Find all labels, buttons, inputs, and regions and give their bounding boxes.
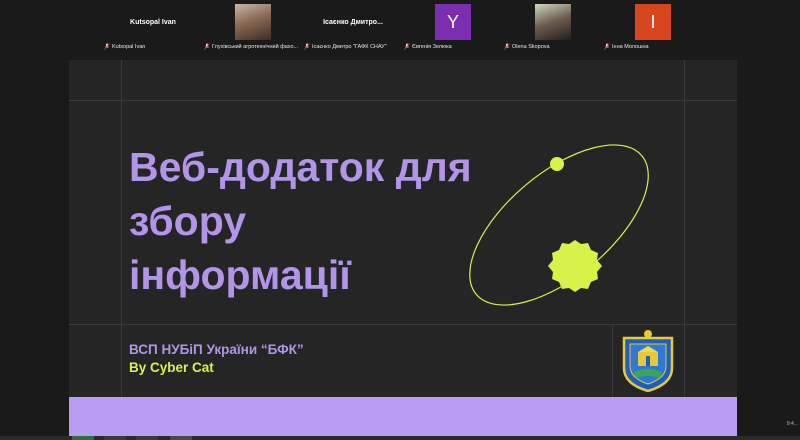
university-crest-logo bbox=[622, 330, 674, 392]
mic-muted-icon bbox=[504, 43, 510, 50]
orbit-decoration bbox=[469, 144, 649, 306]
taskbar-button[interactable] bbox=[170, 436, 192, 440]
participant-caption: Olena Skopova bbox=[504, 42, 550, 51]
participant-caption: Інна Молошна bbox=[604, 42, 649, 51]
mic-muted-icon bbox=[404, 43, 410, 50]
participant-tile-moloshna[interactable]: І bbox=[603, 2, 703, 42]
participant-caption: Ісаєнко Дмитро "ГАФК СНАУ" bbox=[304, 42, 387, 51]
participant-avatar-photo bbox=[535, 4, 571, 40]
clock-text: 9:4... bbox=[786, 421, 798, 427]
participant-avatar-letter: І bbox=[635, 4, 671, 40]
participant-avatar-photo bbox=[235, 4, 271, 40]
participants-strip: Kutsopal Ivan Ісаєнко Дмитро... Y І Kuts… bbox=[0, 0, 800, 58]
participant-name: Ісаєнко Дмитро... bbox=[323, 18, 383, 26]
mic-muted-icon bbox=[604, 43, 610, 50]
slide-byline: By Cyber Cat bbox=[129, 360, 214, 375]
mic-muted-icon bbox=[204, 43, 210, 50]
mic-muted-icon bbox=[304, 43, 310, 50]
participant-caption: Глухівський агротехнічний фахо... bbox=[204, 42, 298, 51]
participant-avatar-letter: Y bbox=[435, 4, 471, 40]
participant-tile-isaienko[interactable]: Ісаєнко Дмитро... bbox=[303, 2, 403, 42]
caption-text: Olena Skopova bbox=[512, 43, 550, 50]
participant-tile-glukhiv[interactable] bbox=[203, 2, 303, 42]
grid-line bbox=[69, 100, 737, 101]
caption-text: Євгенія Зелюка bbox=[412, 43, 452, 50]
slide-bottom-band bbox=[69, 397, 737, 436]
participant-tile-kutsopal[interactable]: Kutsopal Ivan bbox=[103, 2, 203, 42]
participant-caption: Kutsopal Ivan bbox=[104, 42, 145, 51]
caption-text: Kutsopal Ivan bbox=[112, 43, 146, 50]
taskbar-button[interactable] bbox=[72, 436, 94, 440]
slide-subtitle: ВСП НУБіП України “БФК” bbox=[129, 342, 304, 357]
participant-tile-zeliuka[interactable]: Y bbox=[403, 2, 503, 42]
shared-slide: Веб-додаток для збору інформації ВСП НУБ… bbox=[69, 60, 737, 436]
taskbar-button[interactable] bbox=[136, 436, 158, 440]
participant-name: Kutsopal Ivan bbox=[130, 18, 176, 26]
mic-muted-icon bbox=[104, 43, 110, 50]
taskbar-button[interactable] bbox=[104, 436, 126, 440]
grid-line bbox=[612, 324, 613, 397]
participant-caption: Євгенія Зелюка bbox=[404, 42, 452, 51]
caption-text: Ісаєнко Дмитро "ГАФК СНАУ" bbox=[312, 43, 387, 50]
participant-tile-skopova[interactable] bbox=[503, 2, 603, 42]
grid-line bbox=[121, 60, 122, 436]
caption-text: Інна Молошна bbox=[612, 43, 649, 50]
caption-text: Глухівський агротехнічний фахо... bbox=[212, 43, 299, 50]
grid-line bbox=[684, 60, 685, 436]
